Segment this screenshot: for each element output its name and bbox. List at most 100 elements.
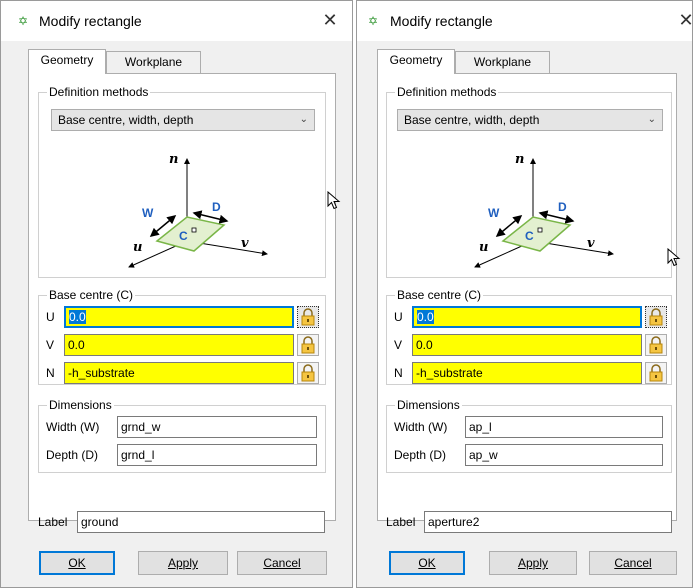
base-centre-group: Base centre (C) U 0.0 V 0.0 N -h_substra… [38,288,326,385]
width-label: Width (W) [394,420,448,434]
width-label: W [142,206,154,220]
definition-method-select[interactable]: Base centre, width, depth ⌄ [51,109,315,131]
u-lock-button[interactable] [297,306,319,328]
modify-rectangle-dialog-1: ✡ Modify rectangle ✕ Geometry Workplane … [0,0,353,588]
width-label: W [488,206,500,220]
definition-method-value: Base centre, width, depth [58,113,194,127]
cancel-label: Cancel [263,556,301,570]
app-logo-icon: ✡ [18,14,29,28]
n-input[interactable]: -h_substrate [412,362,642,384]
depth-label: Depth (D) [46,448,99,462]
centre-point [191,227,197,233]
centre-label: C [179,229,188,243]
u-lock-button[interactable] [645,306,667,328]
lock-icon [301,364,315,382]
label-label: Label [386,515,416,529]
mouse-pointer-icon [327,191,341,210]
base-centre-group: Base centre (C) U 0.0 V 0.0 N -h_substra… [386,288,672,385]
v-lock-button[interactable] [645,334,667,356]
v-axis-label: v [241,236,249,251]
lock-icon [301,336,315,354]
ok-label: OK [418,556,436,570]
rectangle-diagram: n u v W D C [474,152,614,268]
chevron-down-icon: ⌄ [299,114,308,125]
tab-workplane[interactable]: Workplane [106,51,201,73]
label-input[interactable]: ground [77,511,325,533]
depth-input[interactable]: grnd_l [117,444,317,466]
mouse-pointer-icon [667,248,681,267]
width-input[interactable]: ap_l [465,416,663,438]
definition-method-select[interactable]: Base centre, width, depth ⌄ [397,109,663,131]
cancel-label: Cancel [614,556,652,570]
label-label: Label [38,515,68,529]
centre-label: C [525,229,534,243]
centre-point [537,227,543,233]
modify-rectangle-dialog-2: ✡ Modify rectangle ✕ Geometry Workplane … [356,0,693,588]
close-icon[interactable]: ✕ [676,10,693,30]
group-title: Base centre (C) [395,288,484,302]
u-label: U [46,310,55,324]
cancel-button[interactable]: Cancel [237,551,327,575]
u-axis-label: u [133,240,142,255]
cancel-button[interactable]: Cancel [589,551,677,575]
lock-icon [649,308,663,326]
n-lock-button[interactable] [645,362,667,384]
group-title: Dimensions [47,398,114,412]
n-lock-button[interactable] [297,362,319,384]
n-axis-label: n [515,152,524,167]
width-label: Width (W) [46,420,100,434]
v-axis-label: v [587,236,595,251]
u-input[interactable]: 0.0 [412,306,642,328]
geometry-panel: Definition methods Base centre, width, d… [377,73,677,533]
v-input[interactable]: 0.0 [412,334,642,356]
v-label: V [46,338,55,352]
geometry-panel: Definition methods Base centre, width, d… [28,73,336,533]
group-title: Dimensions [395,398,462,412]
label-input[interactable]: aperture2 [424,511,672,533]
dialog-title: Modify rectangle [39,13,142,29]
depth-input[interactable]: ap_w [465,444,663,466]
ok-button[interactable]: OK [39,551,115,575]
apply-label: Apply [517,556,549,570]
group-title: Base centre (C) [47,288,136,302]
width-input[interactable]: grnd_w [117,416,317,438]
tab-geometry[interactable]: Geometry [28,49,106,74]
lock-icon [301,308,315,326]
v-lock-button[interactable] [297,334,319,356]
v-label: V [394,338,403,352]
v-input[interactable]: 0.0 [64,334,294,356]
u-input[interactable]: 0.0 [64,306,294,328]
dimensions-group: Dimensions Width (W) grnd_w Depth (D) gr… [38,398,326,473]
n-label: N [394,366,403,380]
definition-methods-group: Definition methods Base centre, width, d… [386,85,672,278]
u-label: U [394,310,403,324]
u-value: 0.0 [69,310,86,324]
close-icon[interactable]: ✕ [320,10,340,30]
depth-label: Depth (D) [394,448,447,462]
title-bar[interactable]: ✡ Modify rectangle ✕ [357,1,693,41]
definition-methods-group: Definition methods Base centre, width, d… [38,85,326,278]
rectangle-diagram: n u v W D C [128,152,268,268]
n-axis-label: n [169,152,178,167]
depth-label: D [212,200,221,214]
lock-icon [649,336,663,354]
n-label: N [46,366,55,380]
chevron-down-icon: ⌄ [647,114,656,125]
lock-icon [649,364,663,382]
tab-geometry[interactable]: Geometry [377,49,455,74]
dialog-title: Modify rectangle [390,13,493,29]
definition-method-value: Base centre, width, depth [404,113,540,127]
depth-label: D [558,200,567,214]
dimensions-group: Dimensions Width (W) ap_l Depth (D) ap_w [386,398,672,473]
app-logo-icon: ✡ [368,14,379,28]
ok-label: OK [68,556,86,570]
tab-workplane[interactable]: Workplane [455,51,550,73]
ok-button[interactable]: OK [389,551,465,575]
group-title: Definition methods [47,85,151,99]
n-input[interactable]: -h_substrate [64,362,294,384]
u-axis-label: u [479,240,488,255]
title-bar[interactable]: ✡ Modify rectangle ✕ [1,1,352,41]
apply-button[interactable]: Apply [489,551,577,575]
apply-button[interactable]: Apply [138,551,228,575]
apply-label: Apply [167,556,199,570]
